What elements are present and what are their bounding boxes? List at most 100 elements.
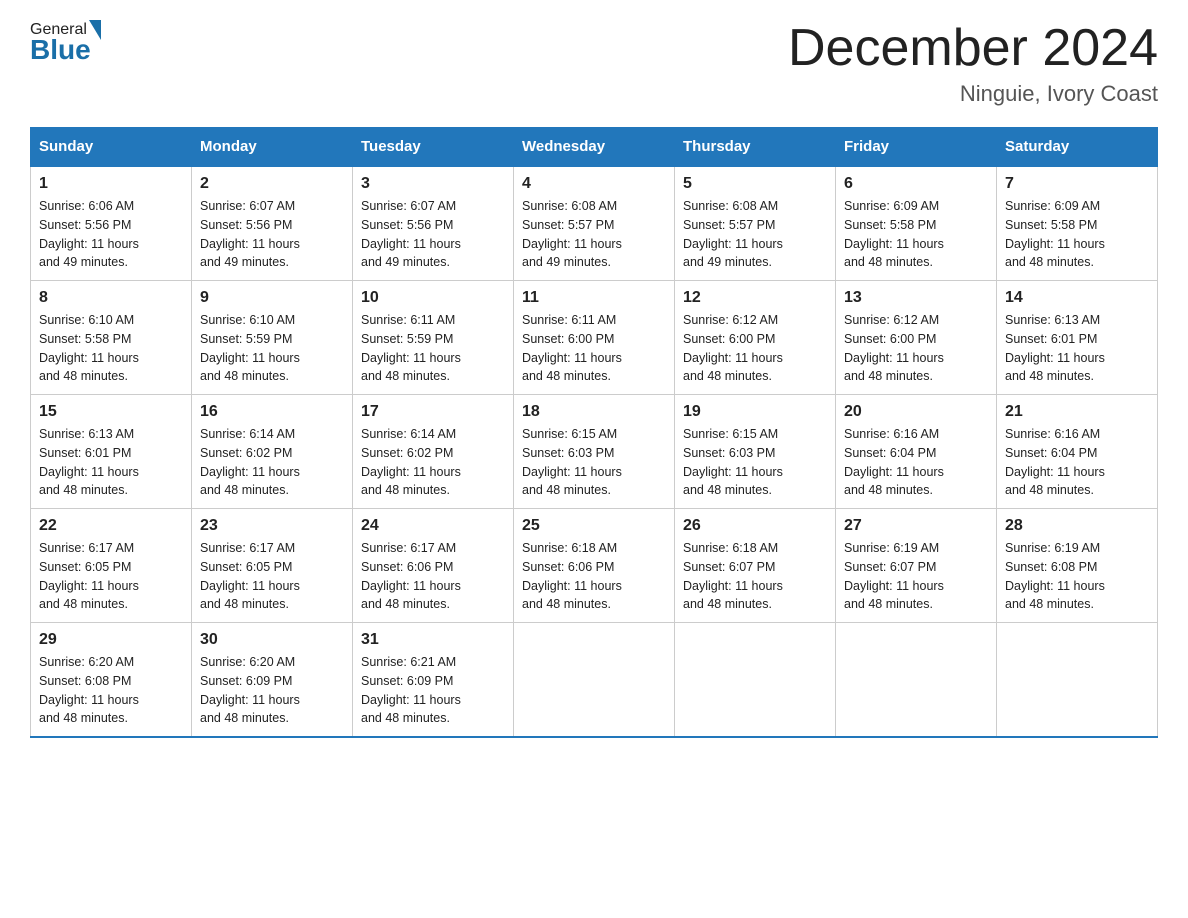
- day-info: Sunrise: 6:16 AMSunset: 6:04 PMDaylight:…: [1005, 427, 1105, 497]
- day-number: 16: [200, 403, 344, 421]
- day-number: 26: [683, 517, 827, 535]
- day-info: Sunrise: 6:13 AMSunset: 6:01 PMDaylight:…: [39, 427, 139, 497]
- day-number: 17: [361, 403, 505, 421]
- calendar-week-row: 22 Sunrise: 6:17 AMSunset: 6:05 PMDaylig…: [31, 509, 1158, 623]
- location-text: Ninguie, Ivory Coast: [788, 81, 1158, 107]
- day-info: Sunrise: 6:10 AMSunset: 5:59 PMDaylight:…: [200, 313, 300, 383]
- calendar-cell: 30 Sunrise: 6:20 AMSunset: 6:09 PMDaylig…: [192, 623, 353, 738]
- day-number: 9: [200, 289, 344, 307]
- calendar-cell: [675, 623, 836, 738]
- day-number: 18: [522, 403, 666, 421]
- day-info: Sunrise: 6:17 AMSunset: 6:06 PMDaylight:…: [361, 541, 461, 611]
- day-info: Sunrise: 6:19 AMSunset: 6:07 PMDaylight:…: [844, 541, 944, 611]
- day-info: Sunrise: 6:21 AMSunset: 6:09 PMDaylight:…: [361, 655, 461, 725]
- calendar-cell: 25 Sunrise: 6:18 AMSunset: 6:06 PMDaylig…: [514, 509, 675, 623]
- calendar-cell: 23 Sunrise: 6:17 AMSunset: 6:05 PMDaylig…: [192, 509, 353, 623]
- day-number: 7: [1005, 175, 1149, 193]
- calendar-cell: 5 Sunrise: 6:08 AMSunset: 5:57 PMDayligh…: [675, 166, 836, 281]
- day-info: Sunrise: 6:09 AMSunset: 5:58 PMDaylight:…: [1005, 199, 1105, 269]
- day-info: Sunrise: 6:18 AMSunset: 6:07 PMDaylight:…: [683, 541, 783, 611]
- calendar-cell: 11 Sunrise: 6:11 AMSunset: 6:00 PMDaylig…: [514, 281, 675, 395]
- day-info: Sunrise: 6:11 AMSunset: 6:00 PMDaylight:…: [522, 313, 622, 383]
- calendar-week-row: 8 Sunrise: 6:10 AMSunset: 5:58 PMDayligh…: [31, 281, 1158, 395]
- calendar-cell: 6 Sunrise: 6:09 AMSunset: 5:58 PMDayligh…: [836, 166, 997, 281]
- day-info: Sunrise: 6:08 AMSunset: 5:57 PMDaylight:…: [522, 199, 622, 269]
- day-info: Sunrise: 6:14 AMSunset: 6:02 PMDaylight:…: [361, 427, 461, 497]
- calendar-cell: 12 Sunrise: 6:12 AMSunset: 6:00 PMDaylig…: [675, 281, 836, 395]
- day-number: 31: [361, 631, 505, 649]
- day-info: Sunrise: 6:20 AMSunset: 6:09 PMDaylight:…: [200, 655, 300, 725]
- title-block: December 2024 Ninguie, Ivory Coast: [788, 20, 1158, 107]
- day-number: 6: [844, 175, 988, 193]
- calendar-cell: 29 Sunrise: 6:20 AMSunset: 6:08 PMDaylig…: [31, 623, 192, 738]
- day-number: 29: [39, 631, 183, 649]
- day-info: Sunrise: 6:11 AMSunset: 5:59 PMDaylight:…: [361, 313, 461, 383]
- day-number: 13: [844, 289, 988, 307]
- day-number: 24: [361, 517, 505, 535]
- day-info: Sunrise: 6:13 AMSunset: 6:01 PMDaylight:…: [1005, 313, 1105, 383]
- day-info: Sunrise: 6:06 AMSunset: 5:56 PMDaylight:…: [39, 199, 139, 269]
- calendar-cell: 7 Sunrise: 6:09 AMSunset: 5:58 PMDayligh…: [997, 166, 1158, 281]
- day-number: 23: [200, 517, 344, 535]
- calendar-cell: 27 Sunrise: 6:19 AMSunset: 6:07 PMDaylig…: [836, 509, 997, 623]
- day-info: Sunrise: 6:15 AMSunset: 6:03 PMDaylight:…: [522, 427, 622, 497]
- calendar-cell: 20 Sunrise: 6:16 AMSunset: 6:04 PMDaylig…: [836, 395, 997, 509]
- calendar-cell: 22 Sunrise: 6:17 AMSunset: 6:05 PMDaylig…: [31, 509, 192, 623]
- day-number: 2: [200, 175, 344, 193]
- day-info: Sunrise: 6:19 AMSunset: 6:08 PMDaylight:…: [1005, 541, 1105, 611]
- day-number: 28: [1005, 517, 1149, 535]
- calendar-cell: 9 Sunrise: 6:10 AMSunset: 5:59 PMDayligh…: [192, 281, 353, 395]
- day-number: 11: [522, 289, 666, 307]
- day-number: 4: [522, 175, 666, 193]
- calendar-cell: [997, 623, 1158, 738]
- page-header: General Blue December 2024 Ninguie, Ivor…: [30, 20, 1158, 107]
- logo-triangle-icon: [89, 20, 101, 40]
- day-info: Sunrise: 6:12 AMSunset: 6:00 PMDaylight:…: [844, 313, 944, 383]
- header-friday: Friday: [836, 128, 997, 167]
- calendar-week-row: 29 Sunrise: 6:20 AMSunset: 6:08 PMDaylig…: [31, 623, 1158, 738]
- day-info: Sunrise: 6:07 AMSunset: 5:56 PMDaylight:…: [361, 199, 461, 269]
- calendar-header-row: SundayMondayTuesdayWednesdayThursdayFrid…: [31, 128, 1158, 167]
- calendar-cell: 8 Sunrise: 6:10 AMSunset: 5:58 PMDayligh…: [31, 281, 192, 395]
- calendar-cell: [514, 623, 675, 738]
- day-info: Sunrise: 6:14 AMSunset: 6:02 PMDaylight:…: [200, 427, 300, 497]
- day-number: 30: [200, 631, 344, 649]
- header-tuesday: Tuesday: [353, 128, 514, 167]
- calendar-cell: 2 Sunrise: 6:07 AMSunset: 5:56 PMDayligh…: [192, 166, 353, 281]
- day-info: Sunrise: 6:17 AMSunset: 6:05 PMDaylight:…: [200, 541, 300, 611]
- calendar-cell: 17 Sunrise: 6:14 AMSunset: 6:02 PMDaylig…: [353, 395, 514, 509]
- day-number: 10: [361, 289, 505, 307]
- calendar-cell: 24 Sunrise: 6:17 AMSunset: 6:06 PMDaylig…: [353, 509, 514, 623]
- calendar-cell: 3 Sunrise: 6:07 AMSunset: 5:56 PMDayligh…: [353, 166, 514, 281]
- day-info: Sunrise: 6:10 AMSunset: 5:58 PMDaylight:…: [39, 313, 139, 383]
- header-thursday: Thursday: [675, 128, 836, 167]
- calendar-week-row: 1 Sunrise: 6:06 AMSunset: 5:56 PMDayligh…: [31, 166, 1158, 281]
- calendar-cell: [836, 623, 997, 738]
- day-number: 1: [39, 175, 183, 193]
- day-number: 21: [1005, 403, 1149, 421]
- calendar-cell: 15 Sunrise: 6:13 AMSunset: 6:01 PMDaylig…: [31, 395, 192, 509]
- day-number: 15: [39, 403, 183, 421]
- day-info: Sunrise: 6:20 AMSunset: 6:08 PMDaylight:…: [39, 655, 139, 725]
- day-info: Sunrise: 6:18 AMSunset: 6:06 PMDaylight:…: [522, 541, 622, 611]
- day-info: Sunrise: 6:17 AMSunset: 6:05 PMDaylight:…: [39, 541, 139, 611]
- day-number: 25: [522, 517, 666, 535]
- calendar-cell: 19 Sunrise: 6:15 AMSunset: 6:03 PMDaylig…: [675, 395, 836, 509]
- day-info: Sunrise: 6:15 AMSunset: 6:03 PMDaylight:…: [683, 427, 783, 497]
- calendar-cell: 4 Sunrise: 6:08 AMSunset: 5:57 PMDayligh…: [514, 166, 675, 281]
- day-number: 27: [844, 517, 988, 535]
- calendar-table: SundayMondayTuesdayWednesdayThursdayFrid…: [30, 127, 1158, 738]
- calendar-cell: 13 Sunrise: 6:12 AMSunset: 6:00 PMDaylig…: [836, 281, 997, 395]
- day-info: Sunrise: 6:12 AMSunset: 6:00 PMDaylight:…: [683, 313, 783, 383]
- calendar-cell: 21 Sunrise: 6:16 AMSunset: 6:04 PMDaylig…: [997, 395, 1158, 509]
- header-sunday: Sunday: [31, 128, 192, 167]
- header-wednesday: Wednesday: [514, 128, 675, 167]
- day-number: 8: [39, 289, 183, 307]
- logo-blue-text: Blue: [30, 34, 91, 66]
- logo: General Blue: [30, 20, 101, 66]
- calendar-cell: 1 Sunrise: 6:06 AMSunset: 5:56 PMDayligh…: [31, 166, 192, 281]
- calendar-cell: 28 Sunrise: 6:19 AMSunset: 6:08 PMDaylig…: [997, 509, 1158, 623]
- day-number: 14: [1005, 289, 1149, 307]
- calendar-week-row: 15 Sunrise: 6:13 AMSunset: 6:01 PMDaylig…: [31, 395, 1158, 509]
- month-title: December 2024: [788, 20, 1158, 77]
